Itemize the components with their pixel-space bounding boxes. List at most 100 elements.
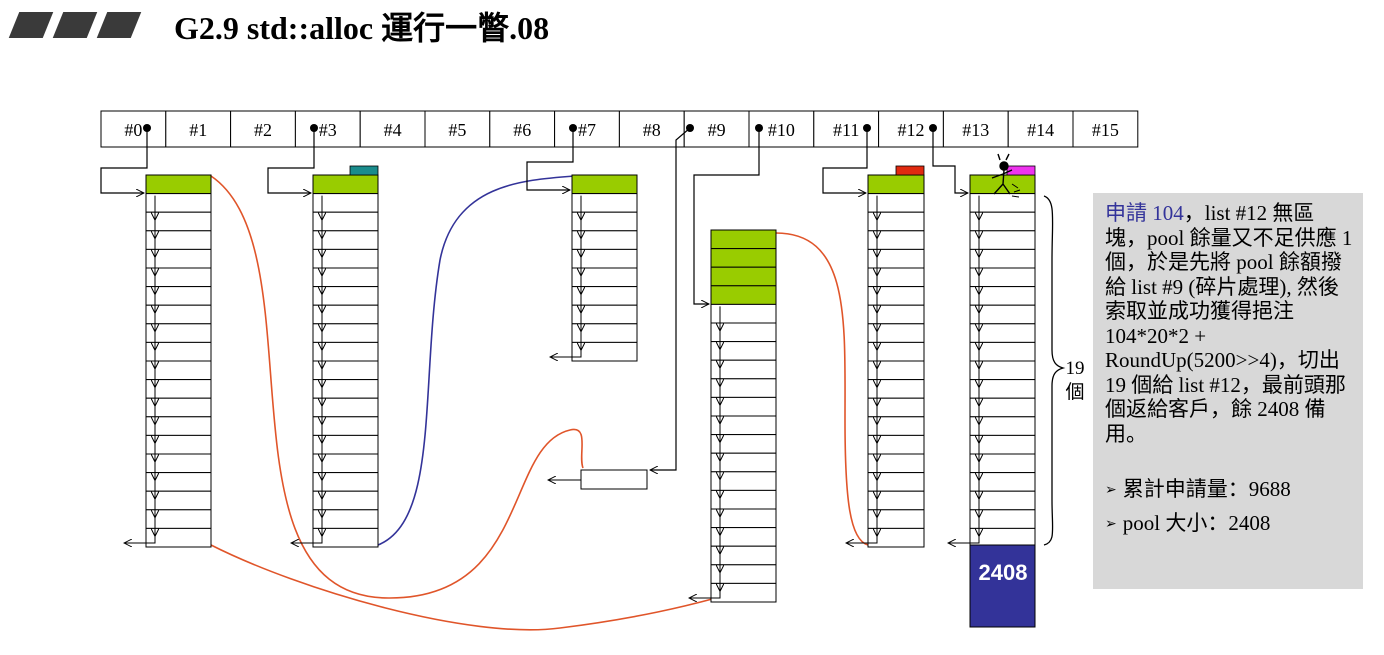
free-block bbox=[969, 341, 1036, 362]
free-block bbox=[969, 472, 1036, 492]
note-text: 申請 104，list #12 無區塊，pool 餘量又不足供應 1 個，於是先… bbox=[1105, 201, 1353, 446]
free-block bbox=[312, 472, 379, 492]
free-block bbox=[145, 286, 212, 306]
stat-label: 累計申請量： bbox=[1122, 477, 1249, 501]
free-block bbox=[710, 341, 777, 361]
free-block bbox=[867, 490, 925, 511]
allocated-block bbox=[312, 174, 379, 195]
free-block bbox=[312, 230, 379, 250]
allocated-block bbox=[710, 229, 777, 250]
free-block bbox=[710, 489, 777, 510]
curve-list0-bottom-to-list9-bottom bbox=[210, 544, 717, 631]
free-list-label: #8 bbox=[643, 120, 661, 140]
free-list-label: #9 bbox=[708, 120, 726, 140]
free-block bbox=[710, 396, 777, 417]
free-list-label: #13 bbox=[962, 120, 989, 140]
free-block bbox=[969, 453, 1036, 474]
free-list-7-chain bbox=[550, 174, 638, 362]
free-list-0-chain bbox=[124, 174, 212, 548]
free-block bbox=[571, 230, 638, 250]
free-block bbox=[571, 248, 638, 269]
free-block bbox=[710, 378, 777, 398]
free-block bbox=[867, 286, 925, 306]
free-block bbox=[145, 193, 212, 213]
free-block bbox=[710, 359, 777, 380]
free-block bbox=[312, 379, 379, 399]
free-list-3-chain bbox=[291, 174, 379, 548]
free-block bbox=[145, 416, 212, 436]
free-block bbox=[969, 509, 1036, 529]
curve-list9-to-list11 bbox=[775, 232, 869, 546]
free-list-11-chain bbox=[846, 174, 925, 548]
free-list-label: #10 bbox=[768, 120, 795, 140]
stat-pool-size: ➢ pool 大小：2408 bbox=[1105, 508, 1353, 542]
block-count-label: 19 個 bbox=[1065, 358, 1085, 403]
free-block bbox=[145, 397, 212, 418]
free-block bbox=[710, 415, 777, 436]
free-block bbox=[867, 509, 925, 529]
free-block bbox=[867, 341, 925, 362]
note-highlight: 申請 104 bbox=[1105, 201, 1184, 225]
free-block bbox=[710, 527, 777, 547]
free-block bbox=[969, 248, 1036, 269]
free-block bbox=[145, 434, 212, 455]
list9-fragment-block bbox=[580, 469, 648, 490]
free-list-label: #7 bbox=[578, 120, 596, 140]
free-block bbox=[571, 323, 638, 343]
free-block bbox=[145, 360, 212, 381]
free-block bbox=[312, 509, 379, 529]
list3-marker bbox=[349, 165, 379, 176]
free-list-10-chain bbox=[689, 229, 777, 603]
stat-cumulative: ➢ 累計申請量：9688 bbox=[1105, 474, 1353, 508]
free-block bbox=[312, 490, 379, 511]
free-block bbox=[571, 267, 638, 288]
free-block bbox=[969, 323, 1036, 343]
free-block bbox=[867, 267, 925, 288]
curve-list0-to-list9 bbox=[210, 175, 584, 599]
free-list-label: #12 bbox=[898, 120, 925, 140]
list9-head-pointer bbox=[650, 127, 691, 470]
free-block bbox=[867, 248, 925, 269]
allocated-block bbox=[571, 174, 638, 195]
free-block bbox=[710, 322, 777, 343]
free-block bbox=[571, 193, 638, 213]
explanation-note: 申請 104，list #12 無區塊，pool 餘量又不足供應 1 個，於是先… bbox=[1093, 193, 1363, 589]
remaining-pool-label: 2408 bbox=[978, 560, 1028, 585]
free-block bbox=[969, 360, 1036, 381]
free-block bbox=[969, 230, 1036, 250]
allocated-block bbox=[867, 174, 925, 195]
free-block bbox=[571, 211, 638, 232]
free-block bbox=[969, 193, 1036, 213]
free-block bbox=[145, 379, 212, 399]
free-block bbox=[969, 286, 1036, 306]
allocated-block bbox=[710, 285, 777, 305]
free-block bbox=[969, 434, 1036, 455]
free-block bbox=[145, 509, 212, 529]
free-block bbox=[312, 304, 379, 325]
free-block bbox=[312, 397, 379, 418]
free-block bbox=[710, 508, 777, 529]
free-block bbox=[710, 303, 777, 324]
free-block bbox=[312, 323, 379, 343]
free-block bbox=[145, 527, 212, 548]
stat-value: 2408 bbox=[1228, 511, 1271, 535]
free-block bbox=[969, 416, 1036, 436]
count-brace bbox=[1043, 195, 1066, 546]
free-block bbox=[312, 527, 379, 548]
stat-label: pool 大小： bbox=[1122, 511, 1229, 535]
free-list-label: #0 bbox=[124, 120, 142, 140]
free-block bbox=[145, 472, 212, 492]
free-block bbox=[867, 527, 925, 548]
free-block bbox=[312, 434, 379, 455]
free-block bbox=[867, 397, 925, 418]
free-list-label: #3 bbox=[319, 120, 337, 140]
free-block bbox=[145, 323, 212, 343]
free-block bbox=[867, 453, 925, 474]
stat-value: 9688 bbox=[1248, 477, 1291, 501]
free-block bbox=[145, 490, 212, 511]
free-block bbox=[969, 527, 1036, 548]
free-list-label: #2 bbox=[254, 120, 272, 140]
free-block bbox=[312, 341, 379, 362]
free-block bbox=[867, 323, 925, 343]
free-block bbox=[710, 545, 777, 566]
